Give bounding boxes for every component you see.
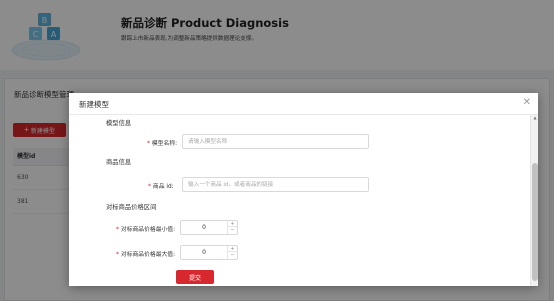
section-price-range: 对标商品价格区间	[106, 204, 157, 211]
price-min-stepper[interactable]: + −	[180, 220, 238, 235]
decrement-icon[interactable]: −	[228, 227, 237, 233]
price-min-input[interactable]	[181, 221, 227, 234]
price-max-label: * 对标商品价格最大值:	[116, 252, 176, 258]
product-id-label: * 商品 id:	[148, 184, 174, 190]
price-max-stepper[interactable]: + −	[180, 245, 238, 260]
required-marker: *	[148, 184, 151, 190]
product-id-input[interactable]	[182, 177, 369, 192]
price-min-label: * 对标商品价格最小值:	[116, 227, 176, 233]
dialog-scrollbar[interactable]: ▲	[530, 115, 538, 286]
new-model-dialog: 新建模型 ✕ 模型信息 *模型名称: 商品信息 *商品 id: 对标商品价格区间…	[69, 93, 538, 286]
scrollbar-thumb[interactable]	[532, 163, 538, 281]
section-product-info: 商品信息	[106, 159, 132, 166]
scroll-up-icon[interactable]: ▲	[532, 115, 538, 121]
model-name-input[interactable]	[182, 134, 369, 149]
required-marker: *	[116, 252, 119, 258]
dialog-body: 模型信息 *模型名称: 商品信息 *商品 id: 对标商品价格区间 *对标商品价…	[69, 115, 529, 286]
required-marker: *	[116, 227, 119, 233]
dialog-header: 新建模型 ✕	[69, 93, 538, 115]
model-name-label: * 模型名称:	[147, 141, 178, 147]
price-max-arrows: + −	[227, 246, 237, 259]
close-icon[interactable]: ✕	[523, 97, 531, 109]
price-max-input[interactable]	[181, 246, 227, 259]
section-model-info: 模型信息	[106, 120, 132, 127]
dialog-title: 新建模型	[79, 100, 109, 109]
required-marker: *	[147, 141, 150, 147]
submit-button[interactable]: 提交	[176, 270, 214, 284]
price-min-arrows: + −	[227, 221, 237, 234]
decrement-icon[interactable]: −	[228, 252, 237, 258]
